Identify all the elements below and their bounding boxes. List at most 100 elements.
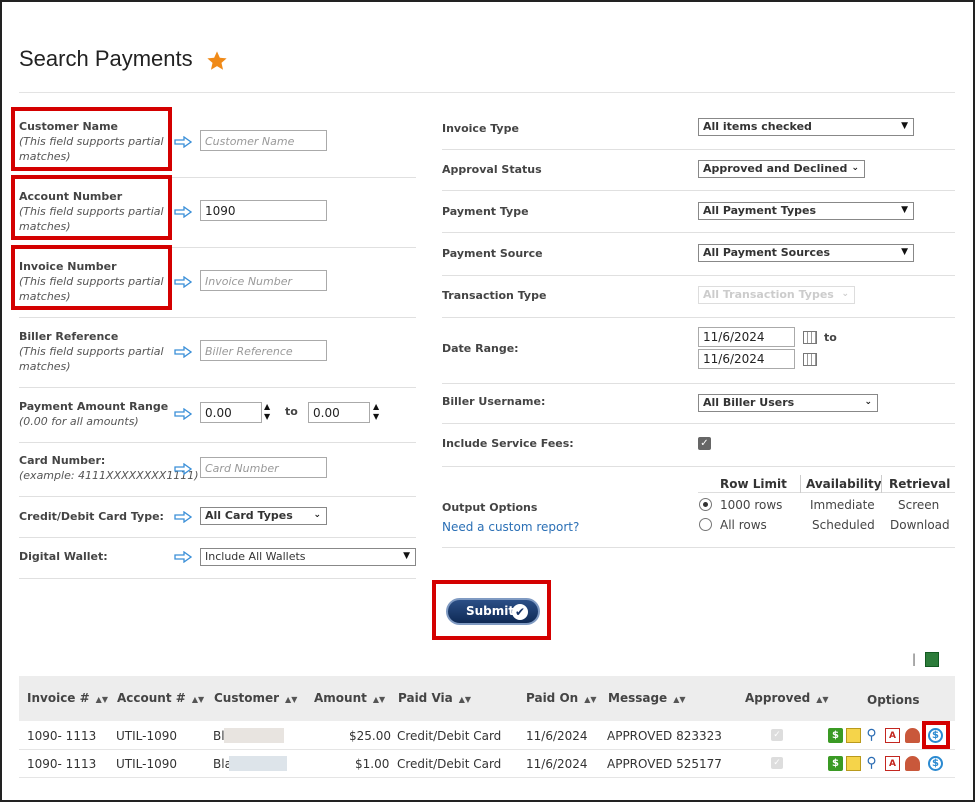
submit-label: Submit: [466, 604, 515, 618]
custom-report-link[interactable]: Need a custom report?: [442, 520, 579, 534]
card-type-select[interactable]: All Card Types ⌄: [200, 507, 327, 525]
date-range-label: Date Range:: [442, 342, 519, 355]
arrow-right-icon: [174, 511, 192, 523]
payment-type-select[interactable]: All Payment Types ▼: [698, 202, 914, 220]
money-icon[interactable]: $: [828, 728, 843, 743]
pdf-icon[interactable]: A: [885, 728, 900, 743]
card-number-row: Card Number: (example: 4111XXXXXXXX1111): [19, 443, 416, 497]
amount-cell: $25.00: [349, 729, 391, 743]
approval-status-value: Approved and Declined: [703, 162, 848, 175]
card-type-row: Credit/Debit Card Type: All Card Types ⌄: [19, 497, 416, 538]
transaction-type-row: Transaction Type All Transaction Types ⌄: [442, 276, 955, 318]
header-divider: [881, 475, 882, 493]
submit-button[interactable]: Submit ✔: [446, 598, 540, 625]
date-range-row: Date Range: 11/6/2024 to 11/6/2024: [442, 318, 955, 384]
arrow-right-icon: [174, 206, 192, 218]
transaction-type-label: Transaction Type: [442, 289, 547, 302]
message-cell: APPROVED 525177: [607, 757, 722, 771]
date-from-input[interactable]: 11/6/2024: [698, 327, 795, 347]
transaction-type-value: All Transaction Types: [703, 288, 834, 301]
highlight-refund-icon: [922, 721, 950, 749]
highlight-invoice-number: [11, 245, 172, 310]
payment-amount-label: Payment Amount Range: [19, 400, 169, 413]
email-icon[interactable]: [846, 756, 861, 771]
invoice-cell: 1090- 1113: [27, 729, 97, 743]
table-row[interactable]: 1090- 1113 UTIL-1090 Bl $25.00 Credit/De…: [19, 722, 955, 750]
paid-on-cell: 11/6/2024: [526, 757, 588, 771]
biller-username-select[interactable]: All Biller Users ⌄: [698, 394, 878, 412]
payment-source-label: Payment Source: [442, 247, 543, 260]
amount-from-spinner[interactable]: ▲ ▼: [264, 402, 270, 422]
column-header-message[interactable]: Message ▲▼: [608, 691, 686, 705]
row-limit-1000-label: 1000 rows: [720, 498, 783, 512]
column-header-customer[interactable]: Customer ▲▼: [214, 691, 297, 705]
amount-to-spinner[interactable]: ▲ ▼: [373, 402, 379, 422]
chevron-down-icon: ⌄: [841, 289, 849, 299]
digital-wallet-select[interactable]: Include All Wallets ▼: [200, 548, 416, 566]
pdf-icon[interactable]: A: [885, 756, 900, 771]
refund-icon[interactable]: $: [928, 756, 943, 771]
paid-on-cell: 11/6/2024: [526, 729, 588, 743]
account-number-input[interactable]: [200, 200, 327, 221]
column-header-account[interactable]: Account # ▲▼: [117, 691, 204, 705]
paid-via-cell: Credit/Debit Card: [397, 757, 502, 771]
table-row[interactable]: 1090- 1113 UTIL-1090 Bla $1.00 Credit/De…: [19, 750, 955, 778]
payment-type-value: All Payment Types: [703, 204, 816, 217]
search-icon[interactable]: ⚲: [864, 756, 879, 771]
user-icon[interactable]: [905, 728, 920, 743]
column-header-options: Options: [867, 693, 920, 707]
approval-status-label: Approval Status: [442, 163, 542, 176]
availability-header: Availability: [806, 477, 882, 491]
amount-to-input[interactable]: [308, 402, 370, 423]
title-divider: [19, 92, 955, 93]
biller-username-label: Biller Username:: [442, 395, 546, 408]
calendar-icon[interactable]: [803, 353, 817, 366]
customer-name-input[interactable]: [200, 130, 327, 151]
approved-checkbox: ✓: [771, 757, 783, 769]
column-header-approved[interactable]: Approved ▲▼: [745, 691, 829, 705]
invoice-number-input[interactable]: [200, 270, 327, 291]
row-limit-1000-radio[interactable]: [699, 498, 712, 511]
user-icon[interactable]: [905, 756, 920, 771]
star-icon[interactable]: [206, 50, 228, 72]
chevron-down-icon: ⌄: [851, 163, 859, 173]
amount-from-input[interactable]: [200, 402, 262, 423]
output-options-row: Output Options Need a custom report? Row…: [442, 467, 955, 548]
service-fees-checkbox[interactable]: ✓: [698, 437, 711, 450]
payment-type-label: Payment Type: [442, 205, 529, 218]
excel-export-icon[interactable]: [925, 652, 939, 667]
date-to-input[interactable]: 11/6/2024: [698, 349, 795, 369]
paid-via-cell: Credit/Debit Card: [397, 729, 502, 743]
column-header-invoice[interactable]: Invoice # ▲▼: [27, 691, 108, 705]
page-title: Search Payments: [19, 46, 193, 71]
approval-status-select[interactable]: Approved and Declined ⌄: [698, 160, 865, 178]
row-limit-all-radio[interactable]: [699, 518, 712, 531]
biller-username-value: All Biller Users: [703, 396, 795, 409]
search-icon[interactable]: ⚲: [864, 728, 879, 743]
calendar-icon[interactable]: [803, 331, 817, 344]
invoice-type-select[interactable]: All items checked ▼: [698, 118, 914, 136]
table-header: Invoice # ▲▼ Account # ▲▼ Customer ▲▼ Amoun…: [19, 676, 955, 721]
account-cell: UTIL-1090: [116, 729, 177, 743]
column-header-amount[interactable]: Amount ▲▼: [314, 691, 385, 705]
approved-checkbox: ✓: [771, 729, 783, 741]
column-header-paid-on[interactable]: Paid On ▲▼: [526, 691, 597, 705]
payment-source-select[interactable]: All Payment Sources ▼: [698, 244, 914, 262]
chevron-down-icon: ⌄: [313, 510, 321, 520]
email-icon[interactable]: [846, 728, 861, 743]
money-icon[interactable]: $: [828, 756, 843, 771]
row-limit-all-label: All rows: [720, 518, 767, 532]
arrow-right-icon: [174, 463, 192, 475]
service-fees-row: Include Service Fees: ✓: [442, 424, 955, 467]
invoice-cell: 1090- 1113: [27, 757, 97, 771]
card-number-input[interactable]: [200, 457, 327, 478]
checkmark-icon: ✔: [512, 604, 528, 620]
column-header-paid-via[interactable]: Paid Via ▲▼: [398, 691, 471, 705]
approval-status-row: Approval Status Approved and Declined ⌄: [442, 150, 955, 191]
digital-wallet-row: Digital Wallet: Include All Wallets ▼: [19, 538, 416, 579]
biller-reference-input[interactable]: [200, 340, 327, 361]
caret-down-icon: ▼: [901, 247, 908, 257]
retrieval-download: Download: [890, 518, 950, 532]
date-to-label: to: [824, 331, 837, 344]
biller-username-row: Biller Username: All Biller Users ⌄: [442, 384, 955, 424]
